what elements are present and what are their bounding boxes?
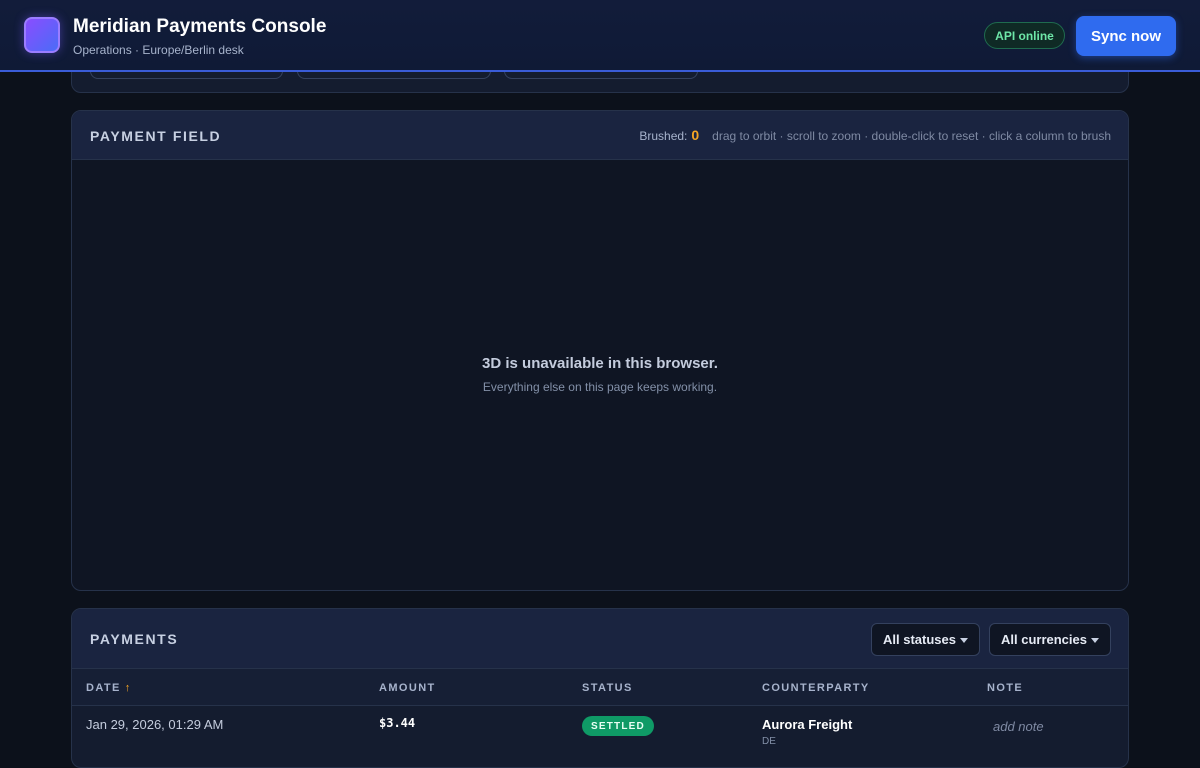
counterparty-name: Aurora Freight xyxy=(762,717,853,732)
app-title: Meridian Payments Console xyxy=(73,16,327,37)
app-header: Meridian Payments Console Operations · E… xyxy=(0,0,1200,72)
payments-card: PAYMENTS All statuses All currencies DAT… xyxy=(71,608,1129,768)
sync-now-button[interactable]: Sync now xyxy=(1076,16,1176,56)
webgl-unavailable-message: 3D is unavailable in this browser. xyxy=(482,355,718,372)
counterparty-country: DE xyxy=(762,736,776,747)
status-filter-value: All statuses xyxy=(883,632,956,647)
column-header-amount[interactable]: AMOUNT xyxy=(379,682,436,694)
table-header-row: DATE ↑ AMOUNT STATUS COUNTERPARTY NOTE xyxy=(72,669,1128,706)
column-header-counterparty[interactable]: COUNTERPARTY xyxy=(762,682,870,694)
api-status-badge: API online xyxy=(984,22,1065,49)
chevron-down-icon xyxy=(960,638,968,643)
chevron-down-icon xyxy=(1091,638,1099,643)
column-header-date[interactable]: DATE ↑ xyxy=(86,682,132,694)
payment-field-title: PAYMENT FIELD xyxy=(90,128,222,144)
app-logo-icon xyxy=(24,17,60,53)
payment-amount: $3.44 xyxy=(379,716,416,730)
sort-ascending-icon: ↑ xyxy=(124,682,132,694)
brushed-count: 0 xyxy=(691,127,700,143)
table-row[interactable]: Jan 29, 2026, 01:29 AM $3.44 SETTLED Aur… xyxy=(72,706,1128,766)
column-header-date-label: DATE xyxy=(86,682,121,694)
app-subtitle: Operations · Europe/Berlin desk xyxy=(73,43,244,57)
brushed-label: Brushed: xyxy=(639,129,688,143)
payment-date: Jan 29, 2026, 01:29 AM xyxy=(86,717,224,732)
status-filter-select[interactable]: All statuses xyxy=(871,623,980,656)
add-note-field[interactable]: add note xyxy=(993,719,1044,734)
column-header-note[interactable]: NOTE xyxy=(987,682,1023,694)
currency-filter-value: All currencies xyxy=(1001,632,1087,647)
status-badge: SETTLED xyxy=(582,716,654,736)
payments-title: PAYMENTS xyxy=(90,631,179,647)
payments-header: PAYMENTS All statuses All currencies xyxy=(72,609,1128,669)
currency-filter-select[interactable]: All currencies xyxy=(989,623,1111,656)
payment-field-card: PAYMENT FIELD Brushed: 0 drag to orbit ·… xyxy=(71,110,1129,591)
payment-field-header: PAYMENT FIELD Brushed: 0 drag to orbit ·… xyxy=(72,111,1128,160)
interaction-hint: drag to orbit · scroll to zoom · double-… xyxy=(712,129,1111,143)
webgl-unavailable-submessage: Everything else on this page keeps worki… xyxy=(482,380,718,394)
brush-info: Brushed: 0 drag to orbit · scroll to zoo… xyxy=(639,127,1111,143)
column-header-status[interactable]: STATUS xyxy=(582,682,633,694)
